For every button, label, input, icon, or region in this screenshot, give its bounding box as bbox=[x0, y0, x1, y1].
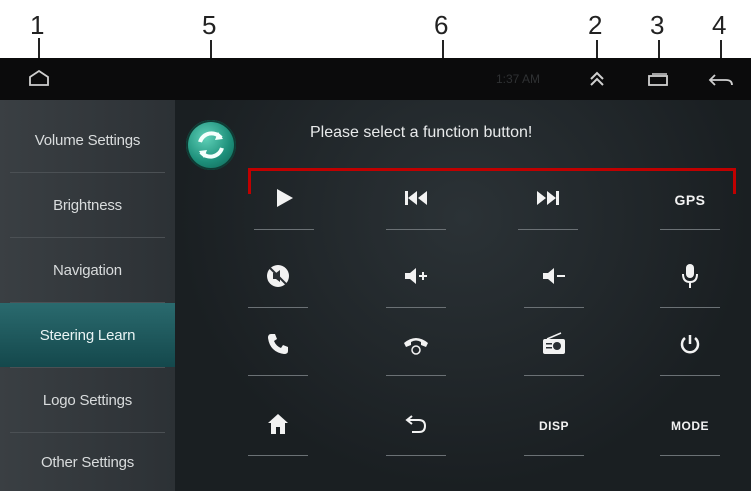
mode-text: MODE bbox=[671, 419, 709, 433]
back-arrow-icon[interactable] bbox=[708, 72, 734, 93]
callout-3-line bbox=[658, 40, 660, 60]
function-button-previous[interactable] bbox=[356, 170, 476, 230]
volume-down-icon bbox=[541, 265, 567, 292]
callout-1-line bbox=[38, 38, 40, 60]
sidebar-item-other-settings[interactable]: Other Settings bbox=[0, 433, 175, 491]
function-button-play[interactable] bbox=[224, 170, 344, 230]
function-button-call[interactable] bbox=[218, 316, 338, 376]
callout-2-line bbox=[596, 40, 598, 60]
function-button-home[interactable] bbox=[218, 396, 338, 456]
power-icon bbox=[679, 333, 701, 360]
home-outline-icon[interactable] bbox=[28, 69, 50, 91]
function-button-gps[interactable]: GPS bbox=[630, 170, 750, 230]
home-icon bbox=[266, 412, 290, 441]
function-button-mute[interactable] bbox=[218, 248, 338, 308]
function-button-radio[interactable] bbox=[494, 316, 614, 376]
volume-up-icon bbox=[403, 265, 429, 292]
refresh-icon[interactable] bbox=[186, 120, 236, 170]
mute-icon bbox=[265, 263, 291, 294]
skip-previous-icon bbox=[403, 189, 429, 212]
recent-apps-icon[interactable] bbox=[647, 73, 669, 92]
skip-next-icon bbox=[535, 189, 561, 212]
play-icon bbox=[273, 187, 295, 214]
callout-1: 1 bbox=[30, 10, 45, 40]
gps-text: GPS bbox=[674, 192, 706, 208]
callout-2: 2 bbox=[588, 10, 603, 40]
callout-5: 5 bbox=[202, 10, 217, 40]
phone-icon bbox=[266, 332, 290, 361]
sidebar-item-label: Navigation bbox=[53, 261, 122, 279]
sidebar-item-label: Steering Learn bbox=[39, 326, 136, 344]
hang-up-icon bbox=[402, 333, 430, 360]
instruction-text: Please select a function button! bbox=[310, 124, 533, 141]
function-button-mode[interactable]: MODE bbox=[630, 396, 750, 456]
radio-icon bbox=[541, 331, 567, 361]
function-button-disp[interactable]: DISP bbox=[494, 396, 614, 456]
sidebar-item-label: Logo Settings bbox=[42, 391, 133, 409]
callout-6: 6 bbox=[434, 10, 449, 40]
function-button-back[interactable] bbox=[356, 396, 476, 456]
function-button-volume-up[interactable] bbox=[356, 248, 476, 308]
back-icon bbox=[404, 412, 428, 441]
sidebar-item-brightness[interactable]: Brightness bbox=[0, 173, 175, 237]
disp-text: DISP bbox=[538, 419, 569, 433]
status-clock: 1:37 AM bbox=[496, 72, 541, 86]
sidebar-item-logo-settings[interactable]: Logo Settings bbox=[0, 368, 175, 432]
function-button-mic[interactable] bbox=[630, 248, 750, 308]
function-button-next[interactable] bbox=[488, 170, 608, 230]
chevron-up-icon[interactable] bbox=[588, 70, 606, 93]
status-bar bbox=[0, 58, 751, 100]
sidebar-item-volume-settings[interactable]: Volume Settings bbox=[0, 108, 175, 172]
callout-4-line bbox=[720, 40, 722, 60]
function-button-power[interactable] bbox=[630, 316, 750, 376]
callout-3: 3 bbox=[650, 10, 665, 40]
function-button-hang-up[interactable] bbox=[356, 316, 476, 376]
sidebar-item-label: Volume Settings bbox=[34, 131, 141, 149]
sidebar-item-label: Brightness bbox=[53, 196, 122, 214]
callout-4: 4 bbox=[712, 10, 727, 40]
sidebar-item-navigation[interactable]: Navigation bbox=[0, 238, 175, 302]
sidebar-item-steering-learn[interactable]: Steering Learn bbox=[0, 303, 175, 367]
function-button-volume-down[interactable] bbox=[494, 248, 614, 308]
sidebar-item-label: Other Settings bbox=[40, 453, 135, 471]
microphone-icon bbox=[680, 262, 700, 295]
